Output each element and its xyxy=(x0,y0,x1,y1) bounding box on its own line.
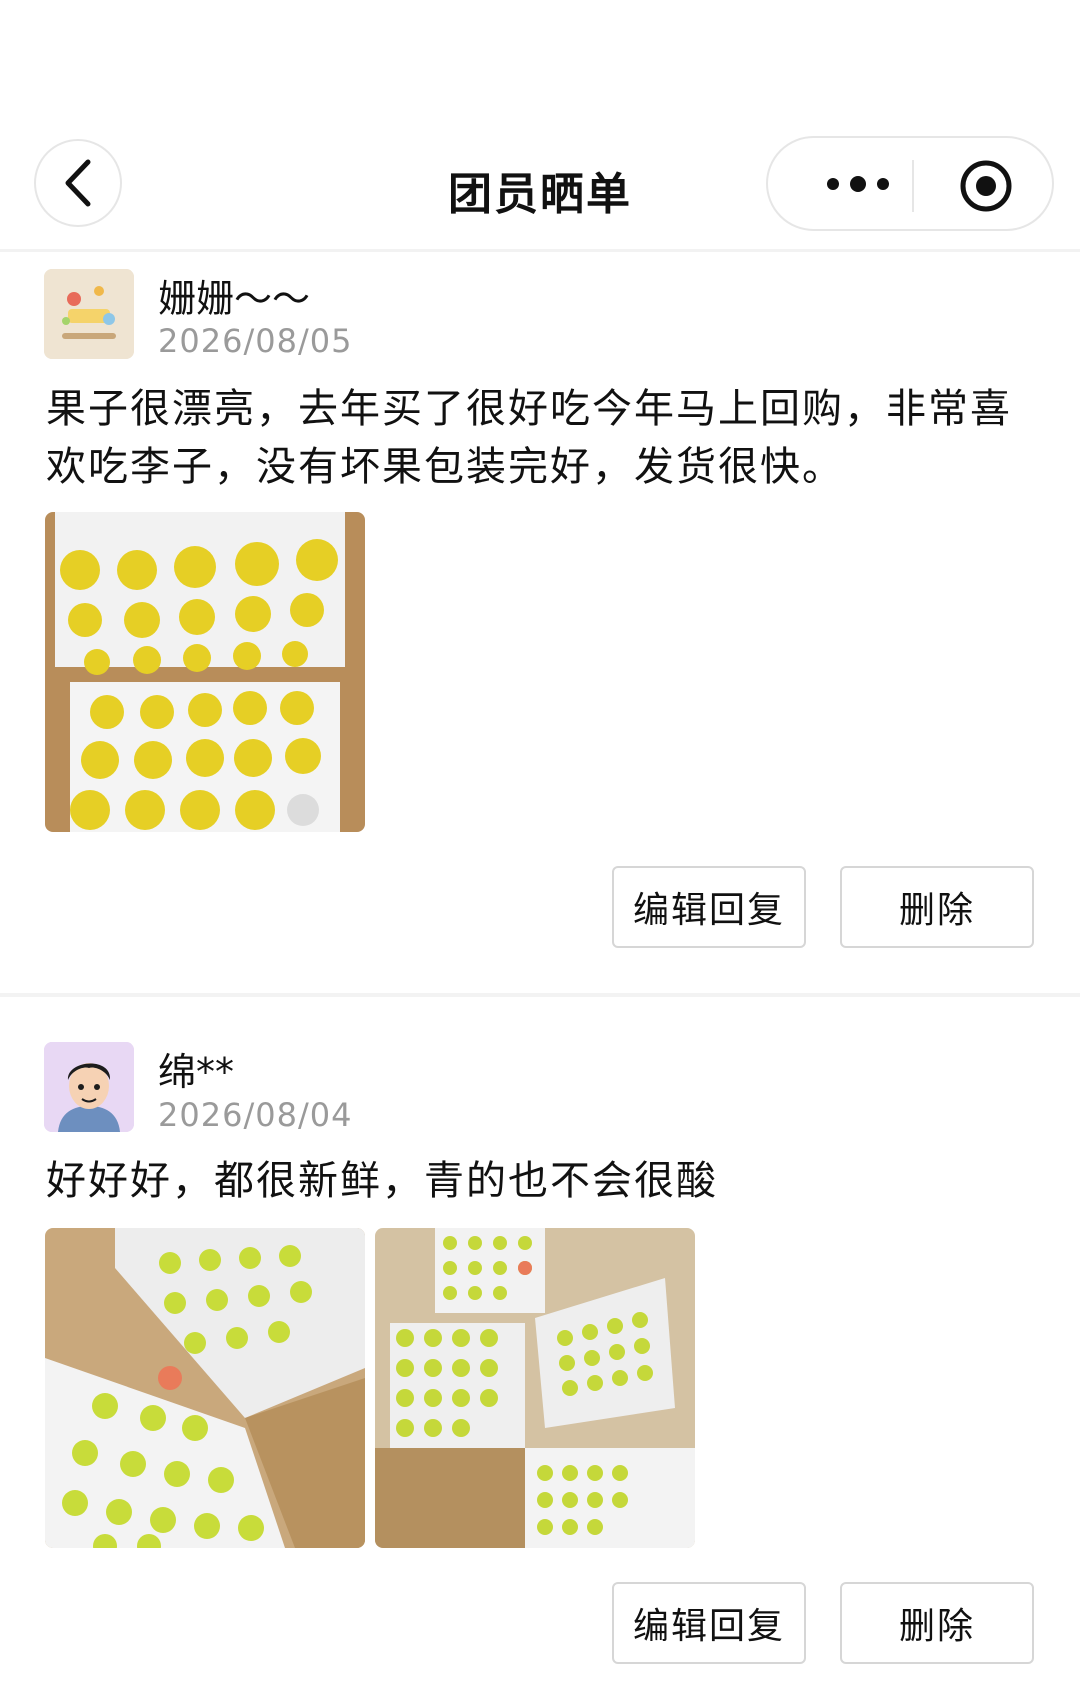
user-name: 姗姗～～ xyxy=(158,277,311,321)
avatar[interactable] xyxy=(44,269,134,359)
capsule-separator xyxy=(912,160,914,212)
review-date: 2026/08/05 xyxy=(158,322,353,360)
close-button[interactable] xyxy=(958,158,1014,214)
mini-program-capsule xyxy=(766,136,1054,231)
review-photo[interactable] xyxy=(45,512,365,832)
more-button[interactable] xyxy=(808,164,908,204)
review-photo[interactable] xyxy=(45,1228,365,1548)
review-content: 好好好，都很新鲜，青的也不会很酸 xyxy=(46,1158,718,1204)
top-nav-bar: 团员晒单 xyxy=(0,0,1080,252)
delete-button[interactable]: 删除 xyxy=(840,866,1034,948)
header-divider xyxy=(0,249,1080,252)
target-circle-icon xyxy=(960,160,1012,212)
user-name: 绵** xyxy=(158,1050,235,1094)
review-divider xyxy=(0,993,1080,997)
review-content: 果子很漂亮，去年买了很好吃今年马上回购，非常喜欢吃李子，没有坏果包装完好，发货很… xyxy=(46,386,1012,490)
review-date: 2026/08/04 xyxy=(158,1096,353,1134)
more-dots-icon xyxy=(827,176,889,192)
review-photo[interactable] xyxy=(375,1228,695,1548)
edit-reply-button[interactable]: 编辑回复 xyxy=(612,866,806,948)
avatar[interactable] xyxy=(44,1042,134,1132)
edit-reply-button[interactable]: 编辑回复 xyxy=(612,1582,806,1664)
delete-button[interactable]: 删除 xyxy=(840,1582,1034,1664)
